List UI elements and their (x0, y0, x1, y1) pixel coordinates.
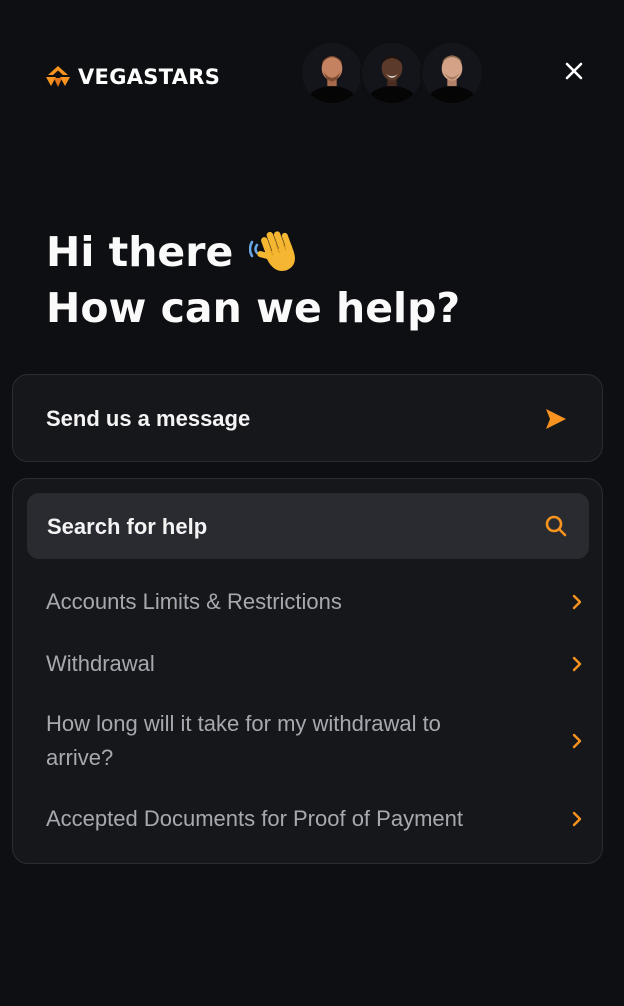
chevron-right-icon (572, 594, 582, 610)
chevron-right-icon (572, 733, 582, 749)
greeting-line-2: How can we help? (46, 284, 461, 332)
agent-avatar (420, 41, 484, 105)
search-label: Search for help (47, 514, 208, 539)
agent-avatars (300, 41, 484, 105)
help-article-label: How long will it take for my withdrawal … (46, 711, 441, 770)
help-article-label: Withdrawal (46, 651, 155, 676)
widget-header: VEGASTARS (0, 0, 624, 150)
agent-avatar (300, 41, 364, 105)
brand-name: VEGASTARS (78, 65, 221, 89)
close-icon (565, 62, 583, 80)
send-message-label: Send us a message (46, 406, 251, 431)
help-article-link[interactable]: Withdrawal (46, 647, 586, 681)
send-arrow-icon (546, 409, 566, 429)
chevron-right-icon (572, 656, 582, 672)
help-article-link[interactable]: Accepted Documents for Proof of Payment (46, 802, 586, 836)
agent-avatar (360, 41, 424, 105)
chevron-right-icon (572, 811, 582, 827)
help-article-label: Accepted Documents for Proof of Payment (46, 806, 463, 831)
help-article-link[interactable]: How long will it take for my withdrawal … (46, 707, 586, 775)
help-search-input[interactable]: Search for help (27, 493, 589, 559)
search-icon (545, 515, 567, 537)
waving-hand-icon (249, 231, 296, 271)
greeting-heading: Hi there How can we help? (46, 224, 460, 336)
brand-logo-icon (46, 66, 70, 87)
help-article-link[interactable]: Accounts Limits & Restrictions (46, 585, 586, 619)
brand-logo: VEGASTARS (44, 62, 220, 92)
help-panel: Search for help Accounts Limits & Restri… (12, 478, 603, 864)
send-message-button[interactable]: Send us a message (12, 374, 603, 462)
greeting-line-1: Hi there (46, 228, 234, 276)
close-button[interactable] (556, 53, 592, 89)
help-article-label: Accounts Limits & Restrictions (46, 589, 342, 614)
